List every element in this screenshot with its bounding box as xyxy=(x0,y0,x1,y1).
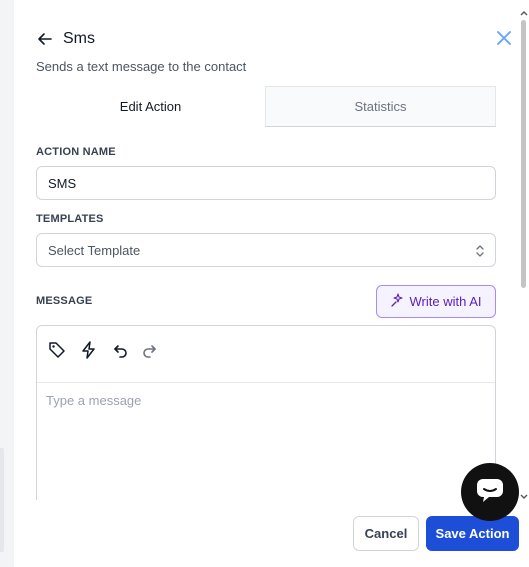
chevron-up-down-icon xyxy=(475,243,485,259)
tab-bar: Edit Action Statistics xyxy=(36,86,496,127)
message-placeholder: Type a message xyxy=(46,393,142,408)
redo-icon[interactable] xyxy=(139,340,159,360)
lightning-icon[interactable] xyxy=(79,340,99,360)
panel-scrollbar[interactable] xyxy=(518,0,529,500)
action-editor-panel: Sms Sends a text message to the contact … xyxy=(14,0,529,567)
action-name-input[interactable]: SMS xyxy=(36,166,496,200)
message-editor: Type a message xyxy=(36,325,496,515)
template-select-value: Select Template xyxy=(48,242,141,258)
background-panel-edge xyxy=(0,448,4,552)
action-name-label: ACTION NAME xyxy=(36,146,116,158)
chat-icon xyxy=(475,477,505,508)
message-textarea[interactable]: Type a message xyxy=(37,383,495,418)
save-action-button[interactable]: Save Action xyxy=(426,516,519,551)
message-label: MESSAGE xyxy=(36,295,93,307)
panel-header: Sms Sends a text message to the contact xyxy=(36,28,511,76)
scroll-up-icon[interactable] xyxy=(520,4,528,16)
template-select[interactable]: Select Template xyxy=(36,233,496,267)
templates-label: TEMPLATES xyxy=(36,213,104,225)
close-icon[interactable] xyxy=(494,28,514,48)
tab-statistics[interactable]: Statistics xyxy=(265,86,496,127)
page-subtitle: Sends a text message to the contact xyxy=(36,59,247,74)
tab-edit-action[interactable]: Edit Action xyxy=(36,86,265,127)
chat-widget-button[interactable] xyxy=(461,463,519,521)
page-title: Sms xyxy=(63,30,95,47)
panel-footer: Cancel Save Action xyxy=(14,500,529,567)
scroll-thumb[interactable] xyxy=(521,20,526,288)
write-with-ai-button[interactable]: Write with AI xyxy=(376,285,496,318)
undo-icon[interactable] xyxy=(111,340,131,360)
editor-toolbar xyxy=(37,326,495,383)
cancel-button[interactable]: Cancel xyxy=(353,516,419,551)
tag-icon[interactable] xyxy=(47,340,67,360)
back-arrow-icon[interactable] xyxy=(36,30,54,48)
scroll-down-icon[interactable] xyxy=(520,488,528,499)
sparkle-icon xyxy=(390,293,404,310)
write-with-ai-label: Write with AI xyxy=(409,294,482,309)
